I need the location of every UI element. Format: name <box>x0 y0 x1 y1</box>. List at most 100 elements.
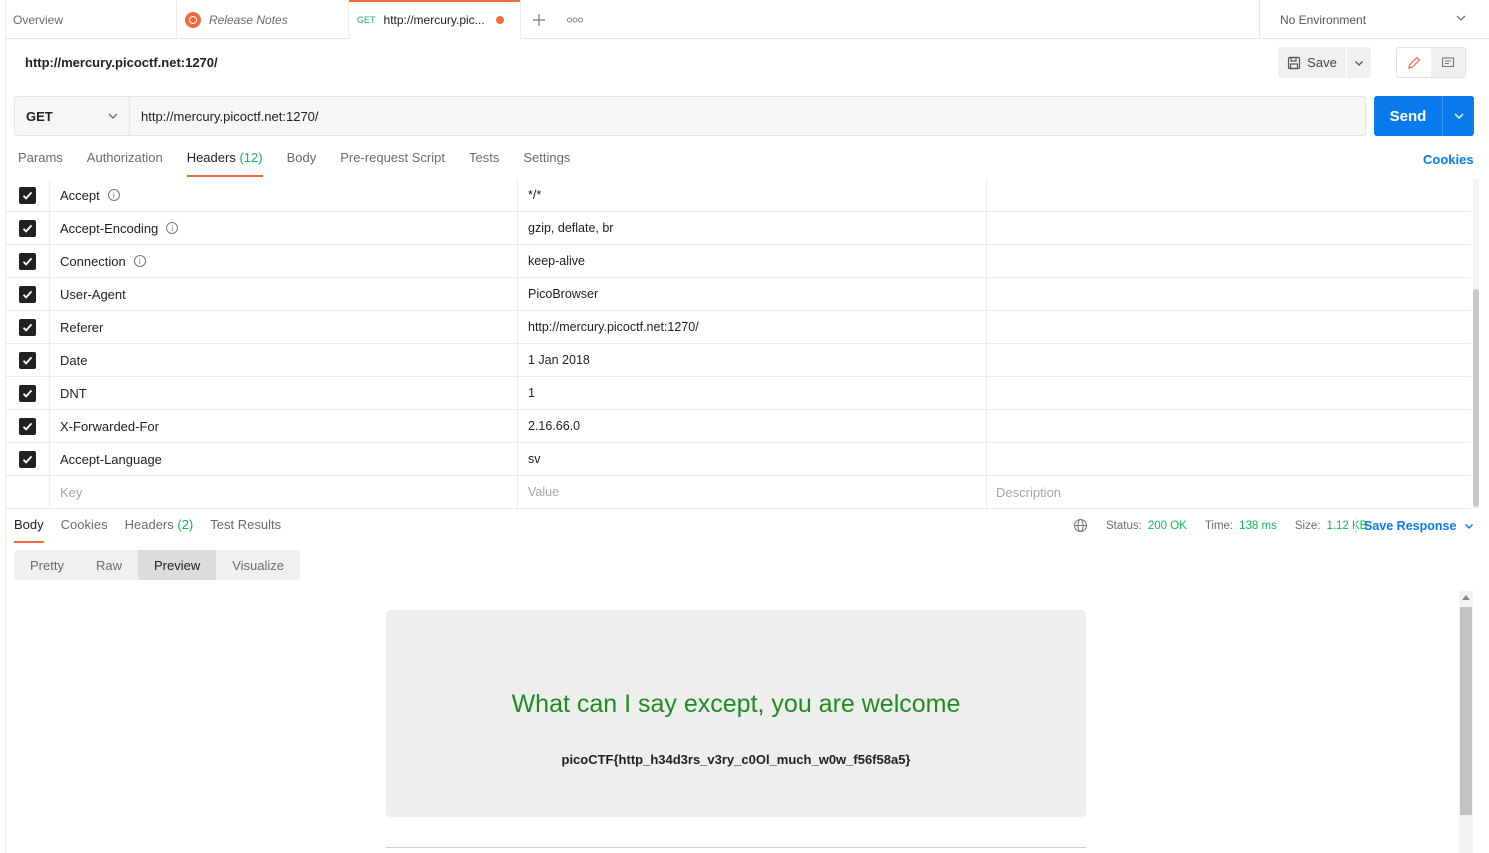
header-key: Accept <box>60 187 100 203</box>
header-value-cell[interactable]: 1 Jan 2018 <box>518 343 987 377</box>
header-enabled-checkbox[interactable] <box>18 384 36 402</box>
tab-body[interactable]: Body <box>287 150 317 177</box>
header-value-cell[interactable]: 1 <box>518 376 987 410</box>
header-key-input[interactable]: Key <box>50 475 518 509</box>
header-enabled-checkbox[interactable] <box>18 252 36 270</box>
header-value-cell[interactable]: sv <box>518 442 987 476</box>
tab-settings[interactable]: Settings <box>523 150 570 177</box>
header-description-cell[interactable] <box>987 443 1471 476</box>
preview-divider <box>386 847 1086 848</box>
header-key-cell[interactable]: DNT <box>50 376 518 410</box>
header-enabled-checkbox[interactable] <box>18 318 36 336</box>
header-description-cell[interactable] <box>987 410 1471 443</box>
header-key-cell[interactable]: X-Forwarded-For <box>50 409 518 443</box>
view-mode-raw[interactable]: Raw <box>80 550 138 580</box>
tab-tests[interactable]: Tests <box>469 150 499 177</box>
response-tab-body[interactable]: Body <box>14 517 44 543</box>
scrollbar-thumb[interactable] <box>1460 607 1472 815</box>
tab-options-button[interactable] <box>557 0 593 39</box>
chevron-down-icon <box>1456 15 1466 21</box>
header-enabled-checkbox[interactable] <box>18 417 36 435</box>
status-value[interactable]: 200 OK <box>1148 520 1187 532</box>
tab-prerequest-script[interactable]: Pre-request Script <box>340 150 445 177</box>
info-icon[interactable]: i <box>107 189 120 201</box>
header-value-cell[interactable]: 2.16.66.0 <box>518 409 987 443</box>
header-enabled-checkbox[interactable] <box>18 450 36 468</box>
tab-params[interactable]: Params <box>18 150 63 177</box>
header-description-cell[interactable] <box>987 245 1471 278</box>
tab-active-request[interactable]: GET http://mercury.pic... <box>349 0 521 39</box>
response-tab-cookies[interactable]: Cookies <box>61 517 108 543</box>
header-enabled-checkbox[interactable] <box>18 219 36 237</box>
url-input[interactable]: http://mercury.picoctf.net:1270/ <box>129 96 1366 136</box>
header-description-input[interactable]: Description <box>987 476 1471 509</box>
header-enabled-checkbox[interactable] <box>18 285 36 303</box>
view-mode-pretty[interactable]: Pretty <box>14 550 80 580</box>
header-value-cell[interactable]: PicoBrowser <box>518 277 987 311</box>
request-title[interactable]: http://mercury.picoctf.net:1270/ <box>25 55 218 70</box>
response-headers-count-badge: (2) <box>177 517 194 532</box>
save-options-button[interactable] <box>1347 47 1371 78</box>
header-key-cell[interactable]: User-Agent <box>50 277 518 311</box>
save-button[interactable]: Save <box>1278 47 1346 78</box>
header-description-cell[interactable] <box>987 212 1471 245</box>
header-value: gzip, deflate, br <box>528 221 614 235</box>
header-enabled-checkbox[interactable] <box>18 186 36 204</box>
save-label: Save <box>1307 55 1337 70</box>
header-description-cell[interactable] <box>987 377 1471 410</box>
check-icon <box>22 290 32 299</box>
method-select[interactable]: GET <box>14 96 130 136</box>
header-key-cell[interactable]: Accept-Encoding i <box>50 211 518 245</box>
header-value-cell[interactable]: gzip, deflate, br <box>518 211 987 245</box>
header-enabled-checkbox[interactable] <box>18 351 36 369</box>
send-options-button[interactable] <box>1442 96 1474 136</box>
header-description-cell[interactable] <box>987 278 1471 311</box>
new-tab-button[interactable] <box>521 0 557 39</box>
tab-method-badge: GET <box>357 14 376 25</box>
tab-release-notes[interactable]: Release Notes <box>177 0 349 39</box>
response-view-modes: Pretty Raw Preview Visualize <box>14 550 301 580</box>
header-description-cell[interactable] <box>987 344 1471 377</box>
scroll-up-arrow-icon[interactable] <box>1462 595 1470 600</box>
environment-selector[interactable]: No Environment <box>1259 0 1489 39</box>
header-value-cell[interactable]: http://mercury.picoctf.net:1270/ <box>518 310 987 344</box>
tab-authorization[interactable]: Authorization <box>87 150 163 177</box>
header-row: User-Agent PicoBrowser <box>5 277 1471 311</box>
info-icon[interactable]: i <box>166 222 179 234</box>
header-key-cell[interactable]: Connection i <box>50 244 518 278</box>
header-key-cell[interactable]: Accept i <box>50 178 518 212</box>
time-value[interactable]: 138 ms <box>1239 520 1277 532</box>
plus-icon <box>533 13 545 26</box>
header-row: Accept-Language sv <box>5 442 1471 476</box>
view-mode-visualize[interactable]: Visualize <box>216 550 300 580</box>
tab-headers[interactable]: Headers (12) <box>186 150 263 177</box>
globe-icon[interactable] <box>1073 518 1088 533</box>
scrollbar-thumb[interactable] <box>1473 289 1479 507</box>
info-icon[interactable]: i <box>133 255 146 267</box>
save-response-button[interactable]: Save Response <box>1355 517 1474 535</box>
header-key: Referer <box>60 319 104 335</box>
header-value: */* <box>528 188 542 202</box>
send-button[interactable]: Send <box>1374 96 1442 136</box>
header-description-cell[interactable] <box>987 179 1471 212</box>
chevron-down-icon <box>1465 524 1474 529</box>
view-mode-preview[interactable]: Preview <box>137 550 217 580</box>
tab-headers-label: Headers <box>186 150 236 165</box>
header-value: 2.16.66.0 <box>528 419 581 433</box>
cookies-link[interactable]: Cookies <box>1423 152 1474 167</box>
response-tab-headers[interactable]: Headers (2) <box>125 517 194 543</box>
header-value-input[interactable]: Value <box>518 475 987 509</box>
edit-mode-button[interactable] <box>1397 48 1431 77</box>
documentation-button[interactable] <box>1431 48 1465 77</box>
header-key-cell[interactable]: Accept-Language <box>50 442 518 476</box>
response-tab-test-results[interactable]: Test Results <box>210 517 281 543</box>
header-value: PicoBrowser <box>528 287 599 301</box>
header-key-cell[interactable]: Referer <box>50 310 518 344</box>
header-description-cell[interactable] <box>987 311 1471 344</box>
headers-scrollbar[interactable] <box>1473 179 1479 509</box>
header-key-cell[interactable]: Date <box>50 343 518 377</box>
tab-overview[interactable]: Overview <box>5 0 177 39</box>
header-value-cell[interactable]: */* <box>518 178 987 212</box>
preview-scrollbar[interactable] <box>1459 591 1473 853</box>
header-value-cell[interactable]: keep-alive <box>518 244 987 278</box>
